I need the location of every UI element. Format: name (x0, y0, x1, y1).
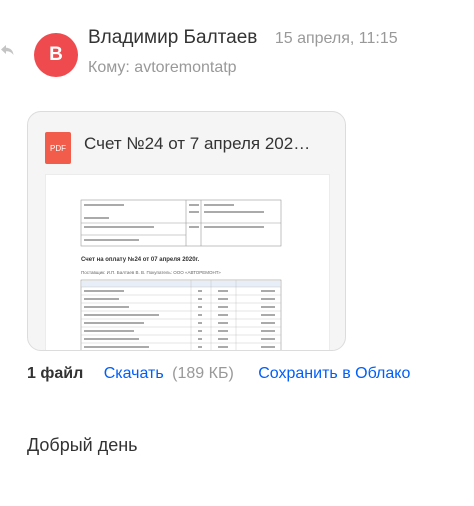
sender-avatar[interactable]: В (34, 33, 78, 77)
file-size: (189 КБ) (172, 365, 234, 382)
attachment-file-name[interactable]: Счет №24 от 7 апреля 202… (84, 134, 329, 154)
sender-row: Владимир Балтаев 15 апреля, 11:15 (88, 27, 398, 49)
sender-name[interactable]: Владимир Балтаев (88, 27, 257, 48)
recipient-label: Кому: (88, 59, 130, 76)
pdf-icon-label: PDF (50, 143, 66, 153)
message-date: 15 апреля, 11:15 (274, 30, 398, 47)
attachments-bar: 1 файл Скачать (189 КБ) Сохранить в Обла… (27, 365, 410, 383)
pdf-file-icon: PDF (45, 132, 71, 164)
avatar-letter: В (49, 44, 63, 65)
reply-icon[interactable] (0, 44, 14, 56)
file-count: 1 файл (27, 365, 84, 382)
attachment-preview[interactable]: Счет на оплату №24 от 07 апреля 2020г. П… (45, 174, 330, 350)
invoice-preview-image: Счет на оплату №24 от 07 апреля 2020г. П… (80, 199, 282, 350)
preview-doc-supplier: Поставщик: И.П. Балтаев В. В. Покупатель… (81, 270, 221, 275)
download-link[interactable]: Скачать (104, 365, 164, 382)
recipient-row: Кому: avtoremontatp (88, 59, 237, 77)
message-body: Добрый день (27, 435, 138, 455)
attachment-card[interactable]: PDF Счет №24 от 7 апреля 202… Счет на оп… (27, 111, 346, 351)
save-to-cloud-link[interactable]: Сохранить в Облако (258, 365, 410, 382)
recipient-name[interactable]: avtoremontatp (134, 59, 236, 76)
preview-doc-title: Счет на оплату №24 от 07 апреля 2020г. (81, 256, 199, 263)
